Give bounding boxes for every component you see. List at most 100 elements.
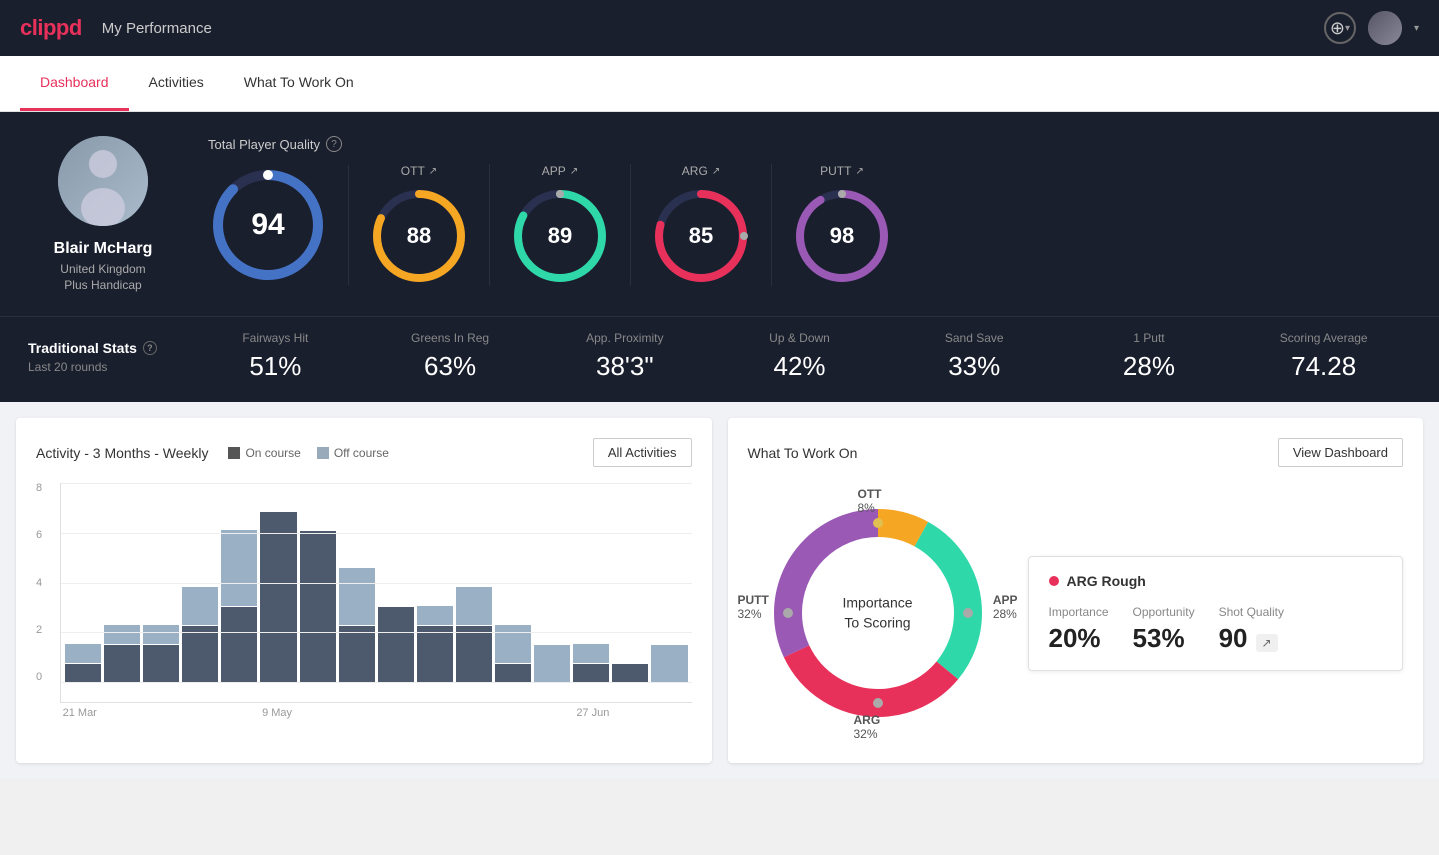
header: clippd My Performance ⊕ ▾ ▾ [0,0,1439,56]
bar-group-8 [378,607,414,683]
bar-on-11 [495,664,531,683]
arg-ring: ARG ↗ 85 [631,164,772,286]
pink-dot-icon [1049,576,1059,586]
activity-title: Activity - 3 Months - Weekly [36,445,208,461]
bar-off-9 [417,606,453,625]
x-label-4 [218,707,257,719]
arg-rough-card: ARG Rough Importance 20% Opportunity 53%… [1028,556,1404,671]
bar-group-14 [612,664,648,683]
arg-ring-wrapper: 85 [651,186,751,286]
all-activities-button[interactable]: All Activities [593,438,692,467]
bar-on-6 [300,531,336,683]
putt-score: 98 [830,223,854,249]
bar-group-10 [456,587,492,683]
arg-score: 85 [689,223,713,249]
bar-off-4 [221,530,257,606]
donut-putt-label: PUTT 32% [738,593,769,621]
rings-row: 94 OTT ↗ 88 AP [208,164,1411,286]
add-button[interactable]: ⊕ ▾ [1324,12,1356,44]
shot-quality-badge: ↗ [1256,634,1278,652]
on-course-label: On course [245,446,300,460]
stat-proximity: App. Proximity 38'3" [537,331,712,382]
bar-off-11 [495,625,531,663]
bar-off-2 [143,625,179,644]
putt-ring: PUTT ↗ 98 [772,164,912,286]
wtwo-header: What To Work On View Dashboard [748,438,1404,467]
tpq-label: Total Player Quality ? [208,136,1411,152]
header-right: ⊕ ▾ ▾ [1324,11,1419,45]
stat-one-putt: 1 Putt 28% [1062,331,1237,382]
avatar-image [1368,11,1402,45]
x-label-1 [99,707,138,719]
tpq-score: 94 [251,208,284,242]
metric-shot-quality: Shot Quality 90 ↗ [1219,605,1284,654]
donut-app-label: APP 28% [993,593,1018,621]
tpq-info-icon[interactable]: ? [326,136,342,152]
x-labels-row: 21 Mar9 May27 Jun [36,707,692,719]
chart-legend: On course Off course [228,446,389,460]
donut-putt-pct: 32% [738,607,769,621]
bar-chart-area: 0 2 4 6 8 [36,483,692,703]
x-label-7 [336,707,375,719]
donut-arg-label: ARG 32% [854,713,881,741]
bar-on-7 [339,626,375,683]
arg-rough-title: ARG Rough [1049,573,1383,589]
wtwo-card-area: ARG Rough Importance 20% Opportunity 53%… [1028,556,1404,671]
legend-off-course: Off course [317,446,389,460]
bar-group-2 [143,625,179,683]
tab-activities[interactable]: Activities [129,56,224,111]
bar-on-9 [417,626,453,683]
bar-group-7 [339,568,375,683]
bar-on-13 [573,664,609,683]
stat-sand: Sand Save 33% [887,331,1062,382]
chart-with-axis: 0 2 4 6 8 [36,483,692,703]
what-to-work-on-panel: What To Work On View Dashboard [728,418,1424,763]
bar-on-14 [612,664,648,683]
bar-on-1 [104,645,140,683]
donut-ott-pct: 8% [858,501,882,515]
tab-what-to-work-on[interactable]: What To Work On [224,56,374,111]
ott-score: 88 [407,223,431,249]
stat-fairways: Fairways Hit 51% [188,331,363,382]
bar-off-0 [65,644,101,663]
x-label-0: 21 Mar [60,707,99,719]
putt-label: PUTT ↗ [820,164,864,178]
bar-off-15 [651,645,687,683]
stats-container: Total Player Quality ? 94 OTT [208,136,1411,286]
stat-scoring: Scoring Average 74.28 [1236,331,1411,382]
bar-off-12 [534,645,570,683]
bar-on-5 [260,512,296,683]
ott-arrow-icon: ↗ [429,166,437,177]
on-course-dot [228,447,240,459]
tpq-ring-wrapper: 94 [208,165,328,285]
logo[interactable]: clippd [20,15,82,41]
donut-arg-pct: 32% [854,727,881,741]
trad-info-icon[interactable]: ? [143,341,157,355]
off-course-dot [317,447,329,459]
stat-greens: Greens In Reg 63% [363,331,538,382]
activity-panel-header: Activity - 3 Months - Weekly On course O… [36,438,692,467]
app-label: APP ↗ [542,164,578,178]
view-dashboard-button[interactable]: View Dashboard [1278,438,1403,467]
donut-app-pct: 28% [993,607,1018,621]
caret-icon: ▾ [1345,23,1350,34]
user-avatar[interactable] [1368,11,1402,45]
bar-group-3 [182,587,218,683]
putt-ring-wrapper: 98 [792,186,892,286]
donut-chart-area: Importance To Scoring OTT 8% APP 28% ARG… [748,483,1008,743]
tab-dashboard[interactable]: Dashboard [20,56,129,111]
y-tick-0: 0 [36,672,54,683]
trad-label: Traditional Stats ? [28,340,188,356]
y-tick-4: 4 [36,578,54,589]
y-axis: 0 2 4 6 8 [36,483,60,683]
bar-on-0 [65,664,101,683]
stat-up-down: Up & Down 42% [712,331,887,382]
x-label-13: 27 Jun [573,707,612,719]
player-country: United Kingdom [60,262,145,276]
plus-icon: ⊕ [1330,18,1345,39]
bar-on-4 [221,607,257,683]
x-label-14 [613,707,652,719]
x-label-10 [455,707,494,719]
player-avatar [58,136,148,226]
x-label-12 [534,707,573,719]
